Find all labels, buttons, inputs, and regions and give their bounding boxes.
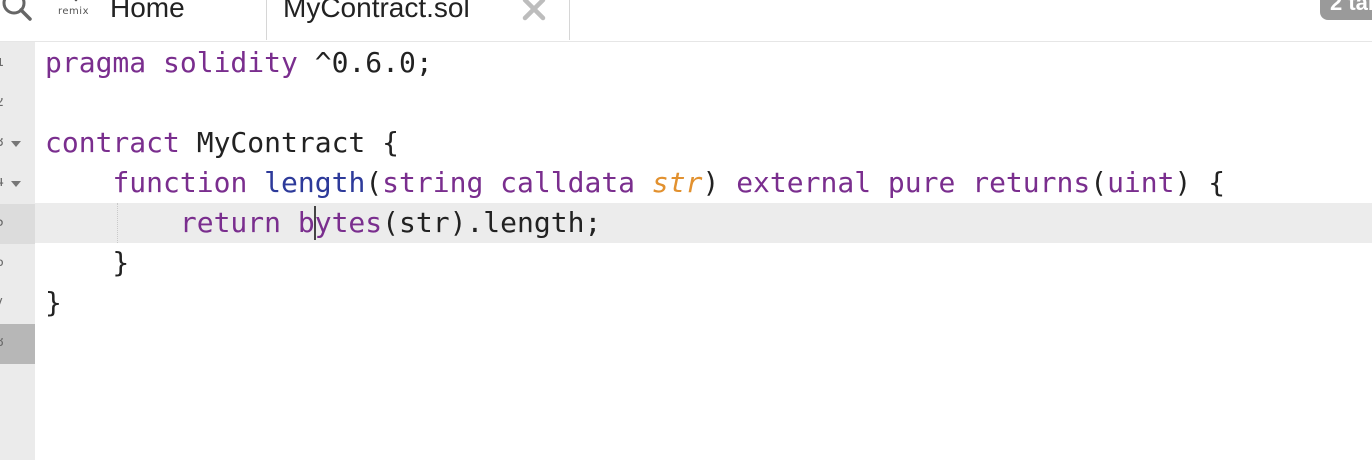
code-token: MyContract { (179, 126, 400, 159)
gutter-line-2: 2 (0, 84, 35, 124)
fold-chevron-down-icon[interactable] (10, 180, 22, 188)
code-editor[interactable]: pragma solidity ^0.6.0; contract MyContr… (35, 42, 1372, 460)
gutter-line-3: 3 (0, 124, 35, 164)
text-caret (314, 206, 316, 240)
code-token: uint (1107, 166, 1175, 199)
remix-editor-window: remix Home MyContract.sol 2 tabs 1 2 3 (0, 0, 1372, 460)
code-token: function (112, 166, 248, 199)
code-token: pragma solidity (45, 46, 298, 79)
code-token: } (45, 286, 62, 319)
fold-chevron-down-icon[interactable] (10, 140, 22, 148)
code-line: function length(string calldata str) ext… (35, 163, 1372, 203)
remix-logo[interactable]: remix (54, 0, 100, 24)
code-line: contract MyContract { (35, 123, 1372, 163)
code-line: } (35, 283, 1372, 323)
tab-mycontract[interactable]: MyContract.sol (267, 0, 570, 40)
search-button[interactable] (0, 0, 36, 26)
code-token: ) { (1174, 166, 1226, 199)
code-token: ( (1090, 166, 1108, 199)
tab-close-button[interactable] (519, 0, 549, 26)
code-token: length (264, 166, 366, 199)
code-token: string calldata (382, 166, 636, 199)
code-line: } (35, 243, 1372, 283)
gutter-line-5: 5 (0, 204, 35, 244)
code-token: } (45, 246, 130, 279)
code-line-active: return bytes(str).length; (35, 203, 1372, 243)
tab-home[interactable]: Home (100, 0, 267, 40)
code-token: ( (365, 166, 383, 199)
gutter-line-1: 1 (0, 44, 35, 84)
code-token: str (651, 166, 703, 199)
code-token: ) (702, 166, 737, 199)
code-line: pragma solidity ^0.6.0; (35, 43, 1372, 83)
code-token: (str).length; (382, 206, 602, 239)
search-icon (2, 0, 32, 21)
code-token: contract (45, 126, 180, 159)
gutter-line-8: 8 (0, 324, 35, 364)
gutter-line-4: 4 (0, 164, 35, 204)
close-icon (522, 0, 546, 21)
tab-bar: remix Home MyContract.sol 2 tabs (0, 0, 1372, 42)
line-number-gutter: 1 2 3 4 5 6 7 8 (0, 42, 35, 460)
gutter-line-7: 7 (0, 284, 35, 324)
code-token: ^0.6.0; (297, 46, 433, 79)
tab-home-label: Home (110, 0, 185, 23)
code-token: external pure returns (736, 166, 1091, 199)
tab-count-badge[interactable]: 2 tabs (1320, 0, 1372, 20)
code-token: return bytes (179, 206, 383, 239)
gutter-line-6: 6 (0, 244, 35, 284)
remix-logo-text: remix (58, 6, 89, 17)
tab-mycontract-label: MyContract.sol (283, 0, 470, 23)
